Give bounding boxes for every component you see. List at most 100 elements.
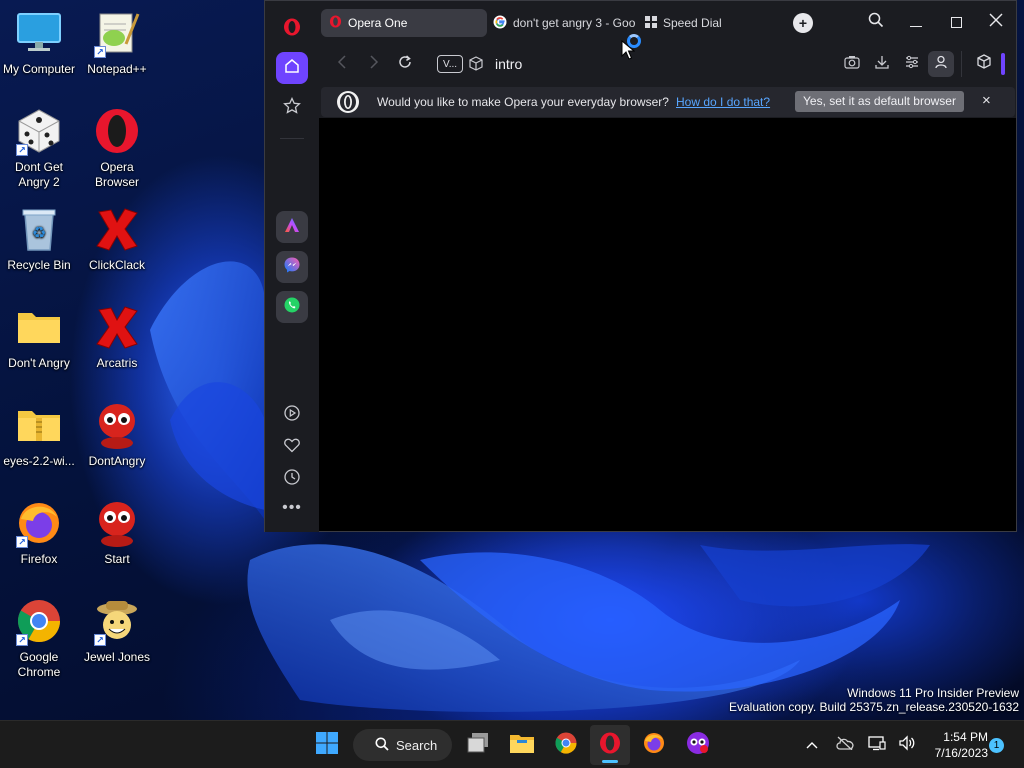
tab-speed-dial[interactable]: Speed Dial: [637, 9, 767, 37]
forward-button[interactable]: [361, 51, 387, 77]
desktop-icon-dont-get-angry-2[interactable]: ↗ Dont Get Angry 2: [0, 106, 79, 190]
onedrive-tray-button[interactable]: [834, 735, 856, 755]
taskbar-chrome[interactable]: [546, 725, 586, 765]
watermark-line-2: Evaluation copy. Build 25375.zn_release.…: [729, 700, 1019, 714]
desktop-icon-opera-browser[interactable]: Opera Browser: [77, 106, 157, 190]
show-hidden-icons-button[interactable]: [802, 735, 822, 755]
opera-icon: [598, 731, 622, 760]
address-toolbar: V... intro: [319, 43, 1016, 85]
aria-icon: [283, 216, 301, 239]
sidebar-aria-button[interactable]: [276, 211, 308, 243]
taskbar-search-box[interactable]: Search: [353, 729, 452, 761]
folder-icon: [14, 302, 64, 352]
taskbar-opera[interactable]: [590, 725, 630, 765]
notification-badge[interactable]: 1: [989, 738, 1004, 753]
desktop-icon-label: eyes-2.2-wi...: [3, 454, 75, 468]
reload-icon: [398, 54, 412, 74]
reload-button[interactable]: [392, 51, 418, 77]
sidebar-whatsapp-button[interactable]: [276, 291, 308, 323]
sidebar-toggle-indicator[interactable]: [1001, 53, 1005, 75]
volume-icon: [898, 734, 916, 756]
taskbar-file-explorer[interactable]: [502, 725, 542, 765]
task-view-icon: [466, 732, 490, 759]
tab-label: don't get angry 3 - Goo: [513, 16, 635, 30]
infobar-message: Would you like to make Opera your everyd…: [377, 95, 669, 109]
task-view-button[interactable]: [458, 725, 498, 765]
start-button[interactable]: [307, 725, 347, 765]
desktop-icon-start[interactable]: Start: [77, 498, 157, 567]
back-button[interactable]: [329, 51, 355, 77]
chevron-right-icon: [369, 54, 379, 74]
close-icon: [989, 13, 1003, 32]
tab-strip: Opera One don't get angry 3 - Goo Speed …: [319, 1, 1016, 43]
search-label: Search: [396, 737, 438, 753]
desktop-icon-google-chrome[interactable]: ↗ Google Chrome: [0, 596, 79, 680]
desktop-icon-firefox[interactable]: ↗ Firefox: [0, 498, 79, 567]
taskbar-app-purple[interactable]: [678, 725, 718, 765]
opera-menu-button[interactable]: [276, 13, 308, 45]
desktop-icon-label: Arcatris: [96, 356, 138, 370]
desktop-icon-label: Recycle Bin: [7, 258, 71, 272]
clock[interactable]: 1:54 PM 7/16/2023: [918, 729, 988, 761]
sidebar-messenger-button[interactable]: [276, 251, 308, 283]
chevron-up-icon: [806, 736, 818, 754]
tab-search-button[interactable]: [856, 7, 896, 37]
desktop-icon-clickclack[interactable]: ClickClack: [77, 204, 157, 273]
desktop-icon-notepadpp[interactable]: ↗ Notepad++: [77, 8, 157, 77]
red-figure-icon: [92, 498, 142, 548]
desktop-icon-eyes-zip[interactable]: eyes-2.2-wi...: [0, 400, 79, 469]
clock-time: 1:54 PM: [943, 730, 988, 744]
downloads-button[interactable]: [869, 51, 895, 77]
chrome-icon: [554, 731, 578, 760]
bookmarks-icon: [283, 96, 301, 120]
sidebar-home-button[interactable]: [276, 52, 308, 84]
new-tab-button[interactable]: +: [793, 13, 813, 33]
desktop-icon-label: Start: [104, 552, 130, 566]
red-x-icon: [92, 302, 142, 352]
opera-sidebar: •••: [265, 1, 319, 532]
close-window-button[interactable]: [976, 7, 1016, 37]
easy-setup-button[interactable]: [899, 51, 925, 77]
tab-opera-one[interactable]: Opera One: [321, 9, 487, 37]
page-content-area[interactable]: [319, 118, 1016, 531]
profile-button[interactable]: [928, 51, 954, 77]
how-to-link[interactable]: How do I do that?: [676, 95, 770, 109]
desktop-icon-arcatris[interactable]: Arcatris: [77, 302, 157, 371]
camera-icon: [844, 55, 860, 74]
desktop-icon-dontangry[interactable]: DontAngry: [77, 400, 157, 469]
desktop-icon-label: Dont Get Angry 2: [14, 160, 64, 189]
sidebar-history-button[interactable]: [276, 463, 308, 495]
set-default-button[interactable]: Yes, set it as default browser: [795, 91, 964, 112]
desktop-icon-my-computer[interactable]: My Computer: [0, 8, 79, 77]
quick-settings-button[interactable]: [864, 731, 920, 759]
infobar-close-button[interactable]: ×: [982, 92, 991, 109]
address-input[interactable]: intro: [495, 55, 825, 73]
sliders-icon: [905, 55, 919, 74]
desktop-icon-dont-angry-folder[interactable]: Don't Angry: [0, 302, 79, 371]
desktop-icon-label: Don't Angry: [8, 356, 70, 370]
opera-browser-window: ••• Opera One don't get angry 3 - Goo Sp…: [264, 0, 1017, 532]
opera-icon: [92, 106, 142, 156]
sidebar-bookmarks-button[interactable]: [276, 92, 308, 124]
extensions-button[interactable]: [971, 51, 997, 77]
snapshot-button[interactable]: [839, 51, 865, 77]
maximize-button[interactable]: [936, 7, 976, 37]
recycle-bin-icon: ♻: [14, 204, 64, 254]
taskbar-firefox[interactable]: [634, 725, 674, 765]
opera-logo-icon: [336, 90, 360, 117]
sidebar-favorites-button[interactable]: [276, 431, 308, 463]
desktop-icon-label: Jewel Jones: [83, 650, 151, 664]
sidebar-player-button[interactable]: [276, 399, 308, 431]
minimize-button[interactable]: [896, 7, 936, 37]
desktop-icon-label: My Computer: [2, 62, 76, 76]
desktop-icon-recycle-bin[interactable]: ♻ Recycle Bin: [0, 204, 79, 273]
minimize-icon: [910, 25, 922, 27]
tab-dont-get-angry-search[interactable]: don't get angry 3 - Goo: [485, 9, 635, 37]
address-badge[interactable]: V...: [437, 55, 463, 73]
desktop-icon-jewel-jones[interactable]: ↗ Jewel Jones: [77, 596, 157, 665]
zip-folder-icon: [14, 400, 64, 450]
svg-text:♻: ♻: [32, 225, 46, 242]
player-icon: [283, 404, 301, 427]
messenger-icon: [283, 256, 301, 279]
sidebar-more-button[interactable]: •••: [276, 492, 308, 524]
